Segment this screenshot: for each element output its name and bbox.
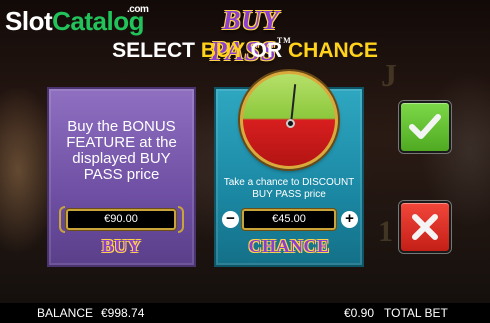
chance-price-display: €45.00	[242, 209, 336, 230]
decrease-price-button[interactable]: −	[222, 211, 239, 228]
select-prompt: SELECT BUY OR CHANCE	[0, 39, 490, 63]
increase-price-button[interactable]: +	[341, 211, 358, 228]
watermark-part1: Slot	[5, 6, 53, 36]
wheel-hub	[286, 119, 295, 128]
prompt-prefix: SELECT	[112, 39, 195, 62]
background-reel-symbol: 1	[378, 215, 393, 248]
confirm-button[interactable]	[399, 101, 451, 153]
cancel-button[interactable]	[399, 201, 451, 253]
chance-description: Take a chance to DISCOUNT BUY PASS price	[223, 177, 355, 200]
balance-label: BALANCE	[37, 306, 94, 320]
chance-button[interactable]: CHANCE	[216, 236, 362, 257]
prompt-option-buy: BUY	[200, 39, 245, 62]
chance-wheel	[240, 71, 338, 169]
price-frame-right	[178, 206, 184, 233]
buy-description: Buy the BONUS FEATURE at the displayed B…	[66, 118, 177, 183]
balance-value: €998.74	[101, 306, 145, 320]
game-screen: J 1 SlotCatalog .com BUY PASSTM SELECT B…	[0, 0, 490, 303]
buy-button[interactable]: BUY	[49, 236, 194, 257]
game-title: BUY PASSTM	[183, 5, 319, 66]
buy-panel[interactable]: Buy the BONUS FEATURE at the displayed B…	[47, 87, 196, 267]
status-bar: BALANCE €998.74 €0.90 TOTAL BET	[0, 303, 490, 323]
x-icon	[412, 214, 438, 240]
total-bet-label: TOTAL BET	[384, 306, 448, 320]
prompt-joiner: OR	[250, 39, 283, 62]
checkmark-icon	[409, 114, 441, 139]
site-watermark: SlotCatalog .com	[5, 4, 149, 40]
price-frame-left	[59, 206, 65, 233]
prompt-option-chance: CHANCE	[288, 39, 378, 62]
buy-price-display: €90.00	[66, 209, 176, 230]
watermark-suffix: .com	[127, 4, 149, 15]
total-bet-value: €0.90	[344, 306, 375, 320]
